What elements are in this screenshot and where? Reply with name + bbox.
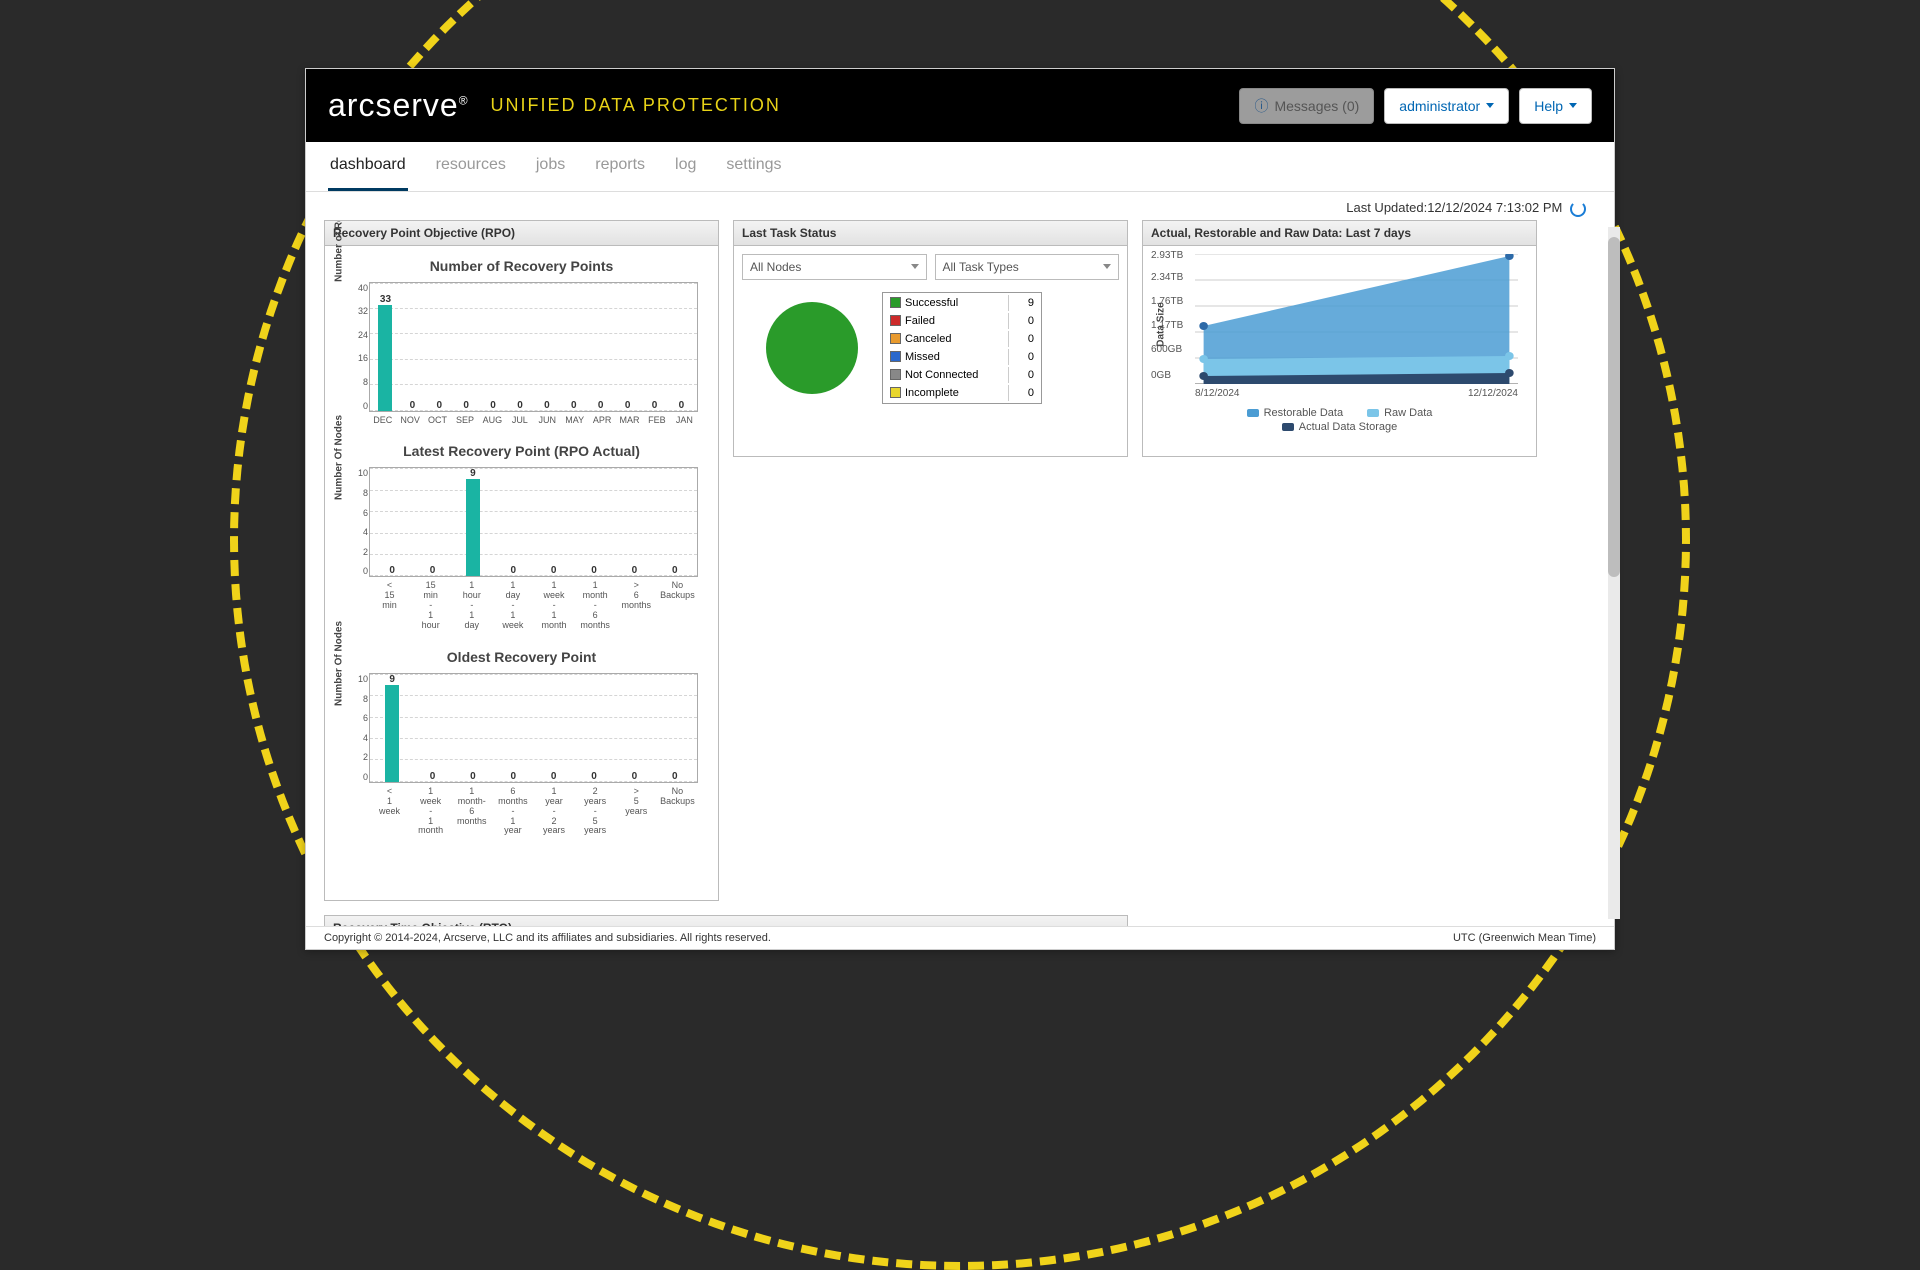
legend-row[interactable]: Failed0 bbox=[885, 313, 1039, 329]
help-button[interactable]: Help bbox=[1519, 88, 1592, 124]
y-tick: 2.93TB bbox=[1151, 250, 1183, 261]
panel-rpo: Recovery Point Objective (RPO) Number of… bbox=[324, 220, 719, 901]
chevron-down-icon bbox=[1103, 264, 1111, 269]
chart-title: Number of Recovery Points bbox=[333, 258, 710, 274]
chart-title: Oldest Recovery Point bbox=[333, 649, 710, 665]
y-axis-label: Number Of Nodes bbox=[334, 415, 345, 500]
legend-row[interactable]: Not Connected0 bbox=[885, 367, 1039, 383]
panel-data-7days: Actual, Restorable and Raw Data: Last 7 … bbox=[1142, 220, 1537, 457]
x-tick: 12/12/2024 bbox=[1468, 388, 1518, 399]
nav-tabs: dashboard resources jobs reports log settings bbox=[306, 142, 1614, 192]
chart-title: Latest Recovery Point (RPO Actual) bbox=[333, 443, 710, 459]
area-legend: Actual Data Storage bbox=[1151, 421, 1528, 433]
y-tick: 0GB bbox=[1151, 370, 1171, 381]
panel-last-task-status: Last Task Status All Nodes All Task Type… bbox=[733, 220, 1128, 457]
panel-title: Recovery Point Objective (RPO) bbox=[325, 221, 718, 246]
footer: Copyright © 2014-2024, Arcserve, LLC and… bbox=[306, 926, 1614, 949]
nav-jobs[interactable]: jobs bbox=[534, 142, 567, 191]
y-axis-label: Number of Recovery Points bbox=[334, 220, 345, 282]
y-tick: 2.34TB bbox=[1151, 272, 1183, 283]
panel-title: Actual, Restorable and Raw Data: Last 7 … bbox=[1143, 221, 1536, 246]
nav-settings[interactable]: settings bbox=[724, 142, 783, 191]
nav-dashboard[interactable]: dashboard bbox=[328, 142, 408, 191]
legend-row[interactable]: Missed0 bbox=[885, 349, 1039, 365]
x-tick: 8/12/2024 bbox=[1195, 388, 1240, 399]
app-subtitle: UNIFIED DATA PROTECTION bbox=[491, 95, 781, 116]
messages-button[interactable]: ⓘMessages (0) bbox=[1239, 88, 1374, 124]
y-tick: 1.17TB bbox=[1151, 320, 1183, 331]
area-legend: Restorable Data Raw Data bbox=[1151, 407, 1528, 419]
refresh-icon[interactable] bbox=[1570, 201, 1586, 217]
nodes-select[interactable]: All Nodes bbox=[742, 254, 927, 280]
legend-swatch-icon bbox=[1282, 423, 1294, 431]
nav-log[interactable]: log bbox=[673, 142, 698, 191]
y-tick: 600GB bbox=[1151, 344, 1182, 355]
chevron-down-icon bbox=[911, 264, 919, 269]
bar-chart[interactable]: 40322416803300000000000 bbox=[369, 282, 698, 412]
nav-reports[interactable]: reports bbox=[593, 142, 647, 191]
y-axis-label: Number Of Nodes bbox=[334, 621, 345, 706]
copyright: Copyright © 2014-2024, Arcserve, LLC and… bbox=[324, 932, 771, 944]
panel-title: Last Task Status bbox=[734, 221, 1127, 246]
bar-chart[interactable]: 108642000900000 bbox=[369, 467, 698, 577]
task-status-pie[interactable] bbox=[766, 302, 858, 394]
user-menu-button[interactable]: administrator bbox=[1384, 88, 1509, 124]
legend-row[interactable]: Successful9 bbox=[885, 295, 1039, 311]
legend-swatch-icon bbox=[1367, 409, 1379, 417]
header: arcserve® UNIFIED DATA PROTECTION ⓘMessa… bbox=[306, 69, 1614, 142]
info-icon: ⓘ bbox=[1254, 96, 1268, 116]
legend-row[interactable]: Canceled0 bbox=[885, 331, 1039, 347]
scrollbar[interactable] bbox=[1608, 227, 1620, 919]
data-area-chart[interactable]: Data Size 2.93TB 2.34TB 1.76TB 1.17TB 60… bbox=[1195, 254, 1518, 384]
panel-rto: Recovery Time Objective (RTO) 1 of 9 (11… bbox=[324, 915, 1128, 926]
legend-swatch-icon bbox=[1247, 409, 1259, 417]
legend-row[interactable]: Incomplete0 bbox=[885, 385, 1039, 401]
panel-title: Recovery Time Objective (RTO) bbox=[325, 916, 1127, 926]
last-updated: Last Updated:12/12/2024 7:13:02 PM bbox=[306, 192, 1614, 220]
logo: arcserve® bbox=[328, 87, 469, 124]
chevron-down-icon bbox=[1486, 103, 1494, 108]
y-tick: 1.76TB bbox=[1151, 296, 1183, 307]
task-status-legend: Successful9 Failed0 Canceled0 Missed0 Not Co… bbox=[882, 292, 1042, 404]
bar-chart[interactable]: 108642090000000 bbox=[369, 673, 698, 783]
app-window: arcserve® UNIFIED DATA PROTECTION ⓘMessa… bbox=[305, 68, 1615, 950]
timezone: UTC (Greenwich Mean Time) bbox=[1453, 932, 1596, 944]
task-types-select[interactable]: All Task Types bbox=[935, 254, 1120, 280]
nav-resources[interactable]: resources bbox=[434, 142, 508, 191]
chevron-down-icon bbox=[1569, 103, 1577, 108]
